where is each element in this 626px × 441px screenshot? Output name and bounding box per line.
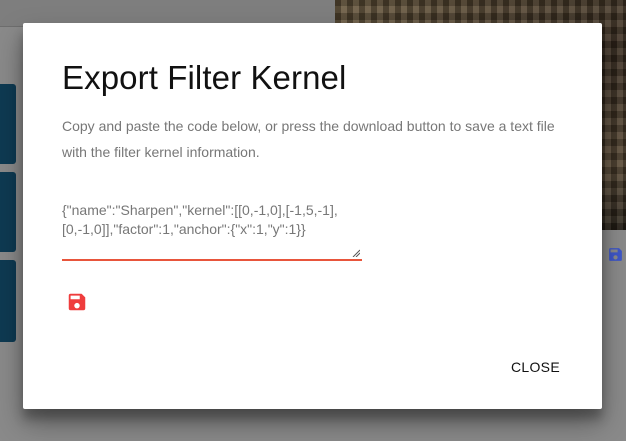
- dialog-description: Copy and paste the code below, or press …: [62, 118, 555, 160]
- kernel-code-textarea[interactable]: {"name":"Sharpen","kernel":[[0,-1,0],[-1…: [62, 201, 362, 259]
- kernel-code-field: {"name":"Sharpen","kernel":[[0,-1,0],[-1…: [62, 201, 362, 261]
- close-button[interactable]: CLOSE: [503, 355, 568, 379]
- background-save-icon: [607, 246, 624, 263]
- download-button[interactable]: [65, 291, 89, 315]
- background-side-button: [0, 260, 16, 342]
- resize-grip-icon[interactable]: [352, 249, 360, 257]
- save-icon: [68, 293, 86, 311]
- background-side-button: [0, 172, 16, 252]
- background-side-button: [0, 84, 16, 164]
- dialog-title: Export Filter Kernel: [62, 59, 347, 96]
- export-filter-kernel-dialog: Export Filter Kernel Copy and paste the …: [23, 23, 602, 409]
